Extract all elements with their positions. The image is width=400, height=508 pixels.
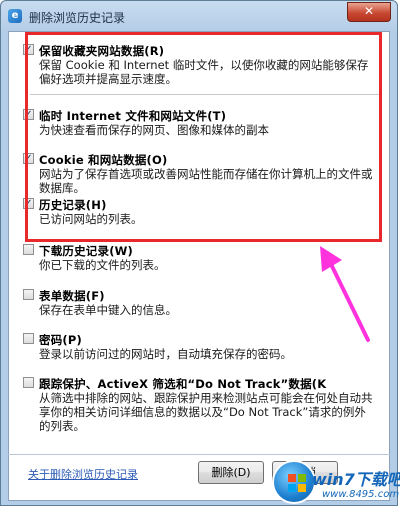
delete-button[interactable]: 删除(D) — [198, 461, 264, 484]
watermark-circle-icon — [272, 460, 316, 504]
pink-arrow-icon — [320, 246, 370, 342]
watermark-url: www.8495.com — [322, 489, 400, 500]
footer-separator — [8, 454, 390, 455]
about-delete-history-link[interactable]: 关于删除浏览历史记录 — [28, 466, 138, 482]
watermark-brand: win7下载吧 — [312, 470, 400, 489]
windows-icon — [288, 474, 306, 492]
watermark-logo: win7下载吧 www.8495.com — [268, 458, 400, 504]
